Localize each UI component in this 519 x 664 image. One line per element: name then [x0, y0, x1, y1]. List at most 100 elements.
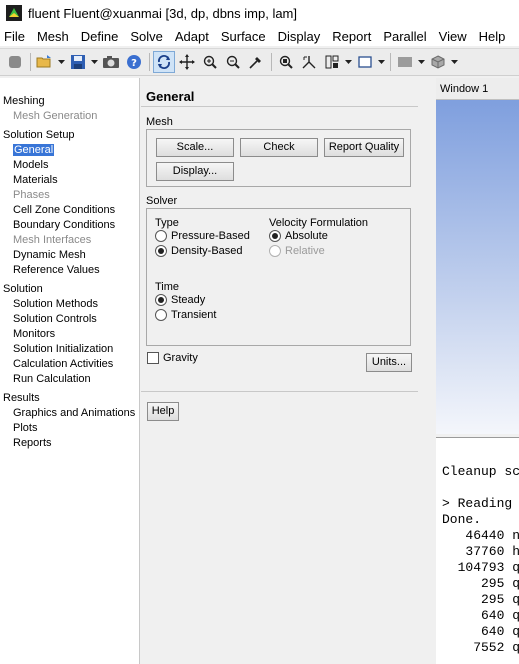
pressure-based-label[interactable]: Pressure-Based — [171, 230, 250, 242]
graphics-window-tab[interactable]: Window 1 — [436, 78, 519, 100]
tree-item-reference-values[interactable]: Reference Values — [13, 263, 100, 278]
panel-title: General — [146, 89, 195, 104]
tree-item-dynamic-mesh[interactable]: Dynamic Mesh — [13, 248, 86, 263]
tree-item-label: Mesh Generation — [13, 110, 98, 122]
toolbar-separator — [30, 53, 31, 71]
tree-item-solution-setup[interactable]: Solution Setup — [3, 128, 75, 143]
gravity-checkbox[interactable] — [147, 352, 159, 364]
tree-item-label: Calculation Activities — [13, 358, 114, 370]
report-quality-button[interactable]: Report Quality — [324, 138, 404, 157]
tree-item-label: Solution Initialization — [13, 343, 114, 355]
check-button[interactable]: Check — [240, 138, 318, 157]
tree-item-solution-methods[interactable]: Solution Methods — [13, 297, 98, 312]
velocity-formulation-label: Velocity Formulation — [269, 217, 369, 229]
density-based-label[interactable]: Density-Based — [171, 245, 243, 257]
menu-report[interactable]: Report — [326, 29, 377, 44]
density-based-radio[interactable] — [155, 245, 167, 257]
rotate-icon[interactable] — [153, 51, 175, 73]
pan-icon[interactable] — [176, 51, 198, 73]
relative-label: Relative — [285, 245, 325, 257]
menu-solve[interactable]: Solve — [124, 29, 169, 44]
save-dropdown[interactable] — [90, 51, 98, 73]
tree-item-general[interactable]: General — [13, 143, 55, 158]
menu-view[interactable]: View — [433, 29, 473, 44]
time-label: Time — [155, 281, 180, 293]
absolute-label[interactable]: Absolute — [285, 230, 328, 242]
snapshot-icon[interactable] — [100, 51, 122, 73]
console-output[interactable]: Cleanup sc > Reading Done. 46440 n 37760 … — [436, 437, 519, 664]
steady-radio[interactable] — [155, 294, 167, 306]
pressure-based-radio[interactable] — [155, 230, 167, 242]
tree-item-materials[interactable]: Materials — [13, 173, 58, 188]
tree-item-meshing[interactable]: Meshing — [3, 94, 45, 109]
toolbar-separator — [390, 53, 391, 71]
transient-label[interactable]: Transient — [171, 309, 216, 321]
layout-dropdown[interactable] — [344, 51, 352, 73]
tree-item-mesh-interfaces: Mesh Interfaces — [13, 233, 91, 248]
scene-dropdown[interactable] — [417, 51, 425, 73]
tree-item-models[interactable]: Models — [13, 158, 48, 173]
layout-icon[interactable] — [321, 51, 343, 73]
graphics-canvas[interactable] — [436, 100, 519, 434]
tree-item-cell-zone-conditions[interactable]: Cell Zone Conditions — [13, 203, 115, 218]
menu-surface[interactable]: Surface — [215, 29, 272, 44]
tree-item-label: General — [13, 144, 55, 156]
tree-item-label: Reference Values — [13, 264, 100, 276]
toolbar-separator — [271, 53, 272, 71]
help-icon[interactable]: ? — [123, 51, 145, 73]
scene-icon[interactable] — [394, 51, 416, 73]
window-title: fluent Fluent@xuanmai [3d, dp, dbns imp,… — [28, 5, 298, 21]
transient-radio[interactable] — [155, 309, 167, 321]
tree-item-plots[interactable]: Plots — [13, 421, 37, 436]
zoom-icon[interactable] — [199, 51, 221, 73]
tree-item-label: Plots — [13, 422, 38, 434]
tree-item-label: Cell Zone Conditions — [13, 204, 116, 216]
tree-item-run-calculation[interactable]: Run Calculation — [13, 372, 91, 387]
solver-group-label: Solver — [146, 195, 178, 207]
tree-item-graphics-and-animations[interactable]: Graphics and Animations — [13, 406, 135, 421]
tree-item-results[interactable]: Results — [3, 391, 40, 406]
stop-icon[interactable] — [4, 51, 26, 73]
tree-item-monitors[interactable]: Monitors — [13, 327, 55, 342]
tree-item-phases: Phases — [13, 188, 50, 203]
absolute-radio[interactable] — [269, 230, 281, 242]
menu-adapt[interactable]: Adapt — [169, 29, 215, 44]
mouse-axes-icon[interactable] — [298, 51, 320, 73]
menu-define[interactable]: Define — [75, 29, 125, 44]
tree-item-label: Models — [13, 159, 49, 171]
tree-item-label: Reports — [13, 437, 52, 449]
display-button[interactable]: Display... — [156, 162, 234, 181]
menu-parallel[interactable]: Parallel — [377, 29, 432, 44]
view-3d-icon[interactable] — [427, 51, 449, 73]
tree-item-reports[interactable]: Reports — [13, 436, 52, 451]
tree-item-solution-controls[interactable]: Solution Controls — [13, 312, 97, 327]
units-button[interactable]: Units... — [366, 353, 412, 372]
menu-help[interactable]: Help — [473, 29, 512, 44]
menu-display[interactable]: Display — [272, 29, 327, 44]
tree-item-boundary-conditions[interactable]: Boundary Conditions — [13, 218, 115, 233]
zoom-in-icon[interactable] — [222, 51, 244, 73]
tree-item-label: Solution Controls — [13, 313, 97, 325]
console-line: 7552 q — [442, 640, 519, 655]
steady-label[interactable]: Steady — [171, 294, 205, 306]
probe-icon[interactable] — [245, 51, 267, 73]
view-3d-dropdown[interactable] — [450, 51, 458, 73]
gravity-label[interactable]: Gravity — [163, 352, 198, 364]
save-icon[interactable] — [67, 51, 89, 73]
tree-item-solution[interactable]: Solution — [3, 282, 43, 297]
help-button[interactable]: Help — [147, 402, 179, 421]
menu-file[interactable]: File — [0, 29, 31, 44]
open-file-dropdown[interactable] — [57, 51, 65, 73]
console-line: 295 q — [442, 592, 519, 607]
tree-item-solution-initialization[interactable]: Solution Initialization — [13, 342, 113, 357]
scale-button[interactable]: Scale... — [156, 138, 234, 157]
window-dropdown[interactable] — [377, 51, 385, 73]
graphics-window: Window 1 — [436, 78, 519, 434]
zoom-to-fit-icon[interactable] — [275, 51, 297, 73]
tree-item-calculation-activities[interactable]: Calculation Activities — [13, 357, 113, 372]
menu-mesh[interactable]: Mesh — [31, 29, 75, 44]
console-line: Done. — [442, 512, 482, 527]
open-file-icon[interactable] — [34, 51, 56, 73]
window-icon[interactable] — [354, 51, 376, 73]
navigation-tree: Meshing Mesh Generation Solution Setup Gene… — [0, 78, 140, 664]
